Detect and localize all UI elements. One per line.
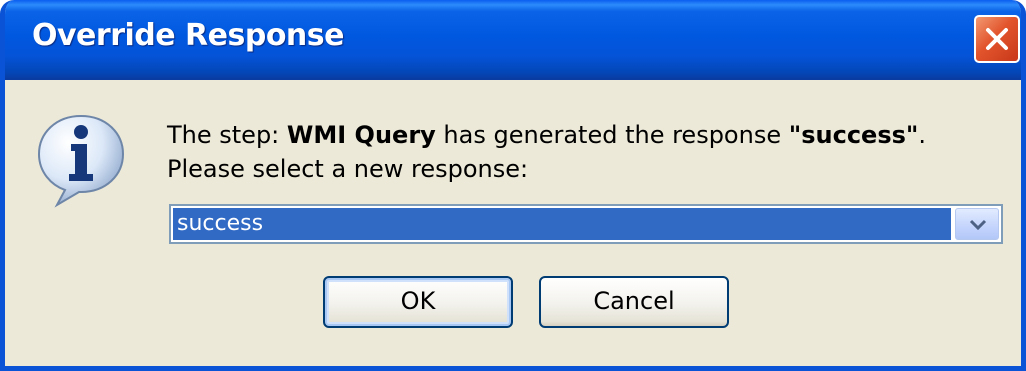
ok-button[interactable]: OK — [323, 276, 513, 328]
message-middle: has generated the response — [435, 121, 789, 149]
close-icon — [986, 28, 1008, 50]
response-select[interactable]: success — [169, 204, 1003, 244]
dialog-title: Override Response — [32, 18, 345, 53]
dialog-body: The step: WMI Query has generated the re… — [5, 80, 1021, 366]
message-suffix: . — [918, 121, 927, 149]
message-line-2: Please select a new response: — [167, 155, 529, 183]
cancel-button[interactable]: Cancel — [539, 276, 729, 328]
message-prefix: The step: — [167, 121, 287, 149]
close-button[interactable] — [974, 15, 1020, 63]
message-line-1: The step: WMI Query has generated the re… — [167, 118, 926, 152]
title-bar[interactable]: Override Response — [5, 0, 1021, 80]
message-text: The step: WMI Query has generated the re… — [167, 118, 926, 186]
generated-response: "success" — [788, 121, 919, 149]
step-name: WMI Query — [286, 121, 436, 149]
response-select-value[interactable]: success — [173, 208, 951, 240]
dropdown-button[interactable] — [955, 208, 999, 240]
override-response-dialog: Override Response The step: WMI Query ha… — [0, 0, 1026, 371]
info-icon — [37, 114, 125, 208]
chevron-down-icon — [969, 219, 987, 231]
